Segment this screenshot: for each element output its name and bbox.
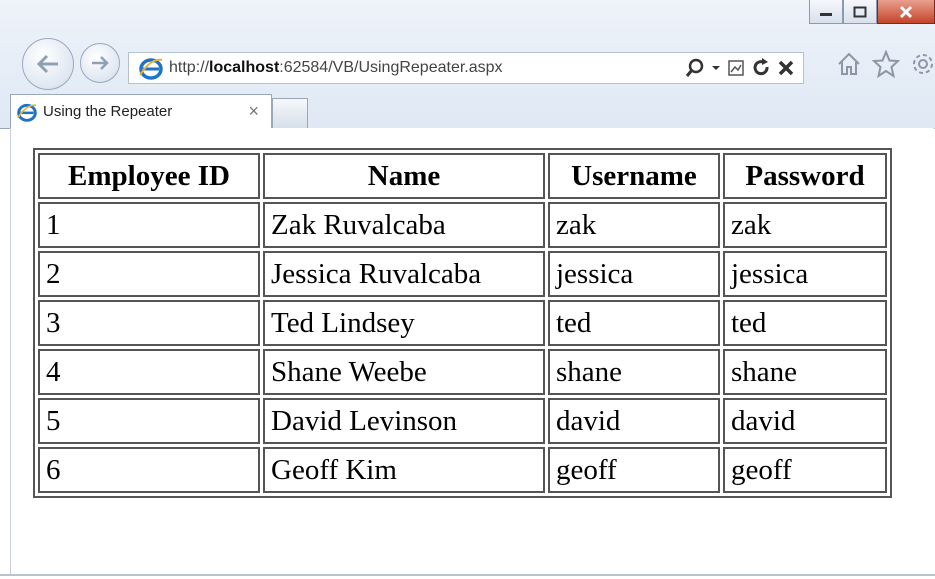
ie-tab-icon [17,103,37,122]
tab-close-button[interactable]: × [248,101,259,122]
table-row: 4 Shane Weebe shane shane [38,349,887,395]
favorites-star-icon[interactable] [871,49,901,83]
stop-icon[interactable] [777,59,795,77]
maximize-icon [853,6,867,17]
cell-employee-id: 3 [38,300,260,346]
browser-chrome: http://localhost:62584/VB/UsingRepeater.… [0,0,935,129]
tab-using-the-repeater[interactable]: Using the Repeater × [10,94,272,128]
employee-table: Employee ID Name Username Password 1 Zak… [33,148,892,498]
header-employee-id: Employee ID [38,153,260,199]
back-arrow-icon [36,54,58,74]
ie-logo-icon [139,58,163,80]
cell-username: david [548,398,720,444]
cell-username: shane [548,349,720,395]
cell-employee-id: 4 [38,349,260,395]
maximize-button[interactable] [843,0,877,24]
header-password: Password [723,153,887,199]
cell-username: ted [548,300,720,346]
cell-password: zak [723,202,887,248]
close-window-button[interactable] [877,0,935,24]
window-bottom-border [0,574,935,576]
table-row: 6 Geoff Kim geoff geoff [38,447,887,493]
cell-password: ted [723,300,887,346]
cell-name: David Levinson [263,398,545,444]
search-icon[interactable] [685,58,705,78]
cell-name: Jessica Ruvalcaba [263,251,545,297]
table-row: 3 Ted Lindsey ted ted [38,300,887,346]
forward-button[interactable] [80,43,120,83]
cell-employee-id: 5 [38,398,260,444]
header-username: Username [548,153,720,199]
table-row: 5 David Levinson david david [38,398,887,444]
cell-employee-id: 2 [38,251,260,297]
header-row: Employee ID Name Username Password [38,153,887,199]
refresh-icon[interactable] [751,58,771,78]
cell-name: Geoff Kim [263,447,545,493]
minimize-icon [820,12,832,16]
compatibility-view-icon[interactable] [727,59,745,77]
cell-username: jessica [548,251,720,297]
minimize-button[interactable] [809,0,843,24]
cell-password: david [723,398,887,444]
tab-title: Using the Repeater [43,103,173,120]
tab-bar: Using the Repeater × [10,94,308,128]
cell-name: Zak Ruvalcaba [263,202,545,248]
home-icon[interactable] [836,51,862,82]
cell-employee-id: 1 [38,202,260,248]
cell-password: geoff [723,447,887,493]
new-tab-button[interactable] [272,98,308,128]
url-text[interactable]: http://localhost:62584/VB/UsingRepeater.… [169,59,503,77]
cell-username: zak [548,202,720,248]
window-controls [809,0,935,24]
header-name: Name [263,153,545,199]
cell-password: shane [723,349,887,395]
cell-password: jessica [723,251,887,297]
settings-gear-icon[interactable] [910,51,935,82]
cell-username: geoff [548,447,720,493]
cell-employee-id: 6 [38,447,260,493]
back-button[interactable] [22,38,74,90]
close-icon [899,5,913,18]
dropdown-icon[interactable] [711,64,721,72]
cell-name: Ted Lindsey [263,300,545,346]
address-bar[interactable]: http://localhost:62584/VB/UsingRepeater.… [128,52,804,84]
table-row: 1 Zak Ruvalcaba zak zak [38,202,887,248]
page-content: Employee ID Name Username Password 1 Zak… [10,128,934,574]
forward-arrow-icon [92,56,109,70]
cell-name: Shane Weebe [263,349,545,395]
table-row: 2 Jessica Ruvalcaba jessica jessica [38,251,887,297]
